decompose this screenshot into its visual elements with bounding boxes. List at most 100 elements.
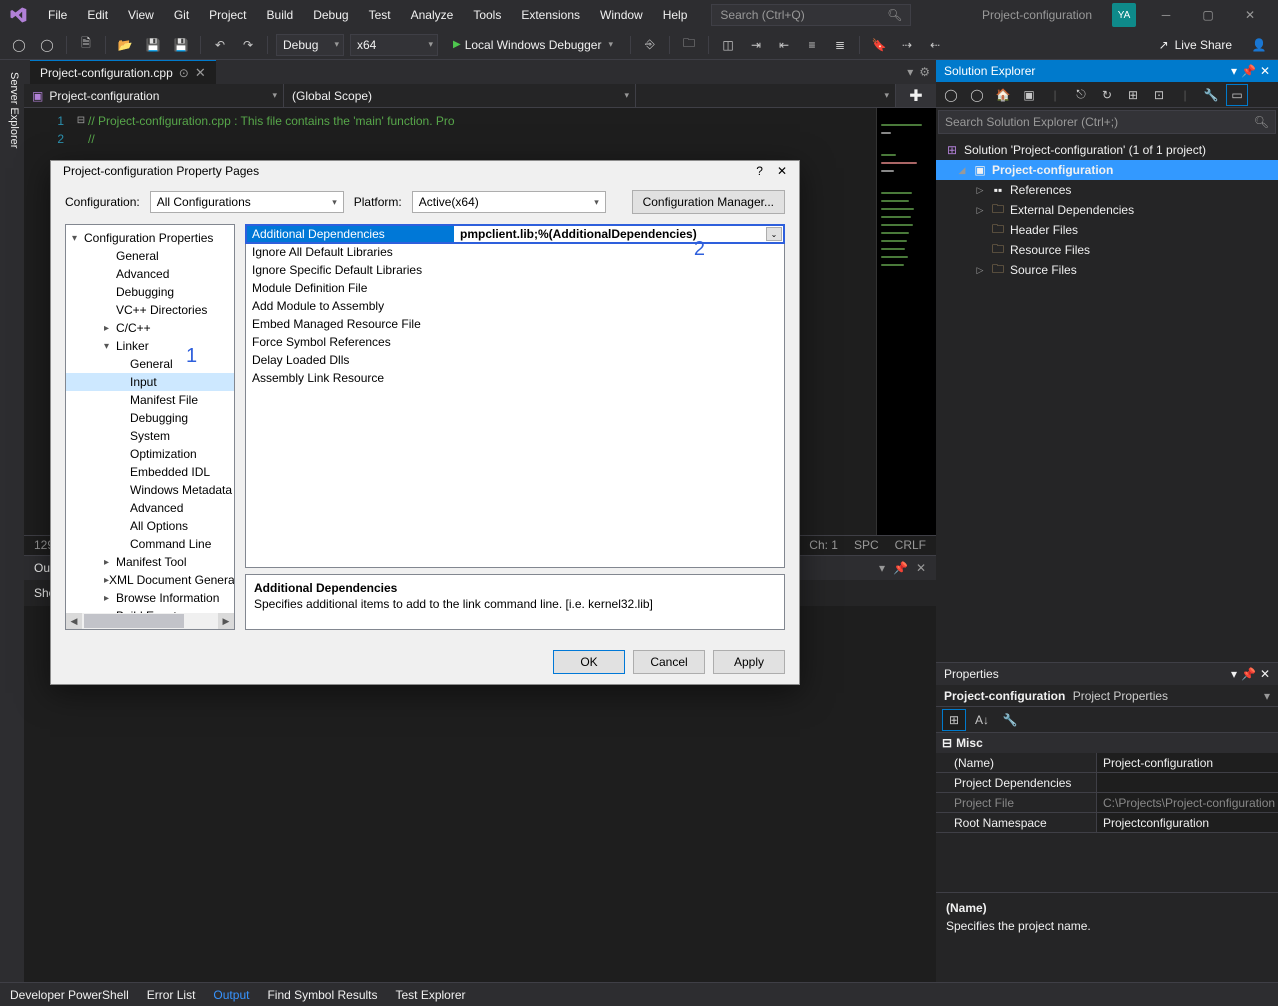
tree-node[interactable]: Embedded IDL	[66, 463, 234, 481]
grid-row[interactable]: Force Symbol References	[246, 333, 784, 351]
live-share-button[interactable]: ↗ Live Share	[1159, 38, 1232, 52]
property-grid[interactable]: Additional Dependenciespmpclient.lib;%(A…	[245, 224, 785, 568]
solution-node[interactable]: ⊞ Solution 'Project-configuration' (1 of…	[936, 140, 1278, 160]
nav-project-combo[interactable]: ▣ Project-configuration	[24, 84, 284, 107]
tree-node[interactable]: VC++ Directories	[66, 301, 234, 319]
property-value[interactable]: pmpclient.lib;%(AdditionalDependencies)⌄	[454, 225, 784, 243]
panel-close-icon[interactable]: ✕	[916, 561, 926, 575]
dropdown-icon[interactable]: ▾	[1264, 689, 1270, 703]
forward-icon[interactable]: ◯	[966, 84, 988, 106]
show-all-icon[interactable]: ⊡	[1148, 84, 1170, 106]
pending-changes-icon[interactable]: ⎋	[1070, 84, 1092, 106]
tab-gear-icon[interactable]: ⚙	[919, 65, 930, 79]
sln-search-input[interactable]: Search Solution Explorer (Ctrl+;) 🔍︎	[938, 110, 1276, 134]
platform-combo[interactable]: x64	[350, 34, 438, 56]
tool-icon-1[interactable]: ◫	[717, 34, 739, 56]
home-icon[interactable]: 🏠	[992, 84, 1014, 106]
panel-close-icon[interactable]: ✕	[1260, 667, 1270, 681]
panel-pin-icon[interactable]: 📌	[1241, 667, 1256, 681]
feedback-icon[interactable]: 👤	[1248, 34, 1270, 56]
expand-icon[interactable]: ◢	[956, 165, 968, 176]
property-row[interactable]: Project File C:\Projects\Project-configu…	[936, 793, 1278, 813]
external-deps-node[interactable]: ▷ 🗀 External Dependencies	[936, 200, 1278, 220]
cancel-button[interactable]: Cancel	[633, 650, 705, 674]
panel-dropdown-icon[interactable]: ▾	[1231, 64, 1237, 78]
forward-icon[interactable]: ◯	[36, 34, 58, 56]
tool-icon-2[interactable]: ⇥	[745, 34, 767, 56]
user-avatar[interactable]: YA	[1112, 3, 1136, 27]
pin-icon[interactable]: ⊙	[179, 66, 189, 80]
scroll-thumb[interactable]	[84, 614, 184, 628]
references-node[interactable]: ▷ ▪▪ References	[936, 180, 1278, 200]
tree-node[interactable]: Manifest File	[66, 391, 234, 409]
tree-node[interactable]: Advanced	[66, 265, 234, 283]
back-icon[interactable]: ◯	[940, 84, 962, 106]
menu-extensions[interactable]: Extensions	[511, 2, 590, 28]
tree-node[interactable]: ▸XML Document Genera	[66, 571, 234, 589]
tab-powershell[interactable]: Developer PowerShell	[10, 988, 129, 1002]
properties-icon[interactable]: 🔧	[1200, 84, 1222, 106]
panel-close-icon[interactable]: ✕	[1260, 64, 1270, 78]
config-select[interactable]: All Configurations	[150, 191, 344, 213]
help-button[interactable]: ?	[756, 164, 763, 178]
tree-node[interactable]: ▸C/C++	[66, 319, 234, 337]
collapse-icon[interactable]: ⊞	[1122, 84, 1144, 106]
project-node[interactable]: ◢ ▣ Project-configuration	[936, 160, 1278, 180]
header-files-node[interactable]: 🗀 Header Files	[936, 220, 1278, 240]
tree-node[interactable]: Windows Metadata	[66, 481, 234, 499]
expand-icon[interactable]: ▸	[104, 323, 116, 334]
tree-node[interactable]: ▾Linker	[66, 337, 234, 355]
panel-dropdown-icon[interactable]: ▾	[879, 561, 885, 575]
tree-node[interactable]: Optimization	[66, 445, 234, 463]
menu-debug[interactable]: Debug	[303, 2, 358, 28]
switch-views-icon[interactable]: ▣	[1018, 84, 1040, 106]
properties-grid[interactable]: ⊟ Misc (Name) Project-configuration Proj…	[936, 733, 1278, 892]
bookmark-nav-icon[interactable]: ⇢	[896, 34, 918, 56]
tree-node[interactable]: Debugging	[66, 283, 234, 301]
split-editor-button[interactable]: ✚	[896, 84, 936, 107]
source-files-node[interactable]: ▷ 🗀 Source Files	[936, 260, 1278, 280]
tab-error-list[interactable]: Error List	[147, 988, 196, 1002]
dialog-close-button[interactable]: ✕	[777, 164, 787, 178]
grid-row[interactable]: Module Definition File	[246, 279, 784, 297]
redo-icon[interactable]: ↷	[237, 34, 259, 56]
menu-tools[interactable]: Tools	[463, 2, 511, 28]
ok-button[interactable]: OK	[553, 650, 625, 674]
fold-icon[interactable]: ⊟	[74, 112, 88, 130]
tree-node[interactable]: Advanced	[66, 499, 234, 517]
expand-icon[interactable]: ▾	[72, 233, 84, 244]
menu-test[interactable]: Test	[359, 2, 401, 28]
menu-view[interactable]: View	[118, 2, 164, 28]
tree-node[interactable]: Debugging	[66, 409, 234, 427]
dropdown-icon[interactable]: ⌄	[766, 227, 782, 241]
property-value[interactable]	[454, 297, 784, 315]
horizontal-scrollbar[interactable]: ◀ ▶	[66, 613, 234, 629]
tree-node[interactable]: ▸Manifest Tool	[66, 553, 234, 571]
tree-node[interactable]: Command Line	[66, 535, 234, 553]
property-value[interactable]	[454, 261, 784, 279]
resource-files-node[interactable]: 🗀 Resource Files	[936, 240, 1278, 260]
property-value[interactable]	[454, 333, 784, 351]
tree-node[interactable]: General	[66, 247, 234, 265]
config-combo[interactable]: Debug	[276, 34, 344, 56]
platform-select[interactable]: Active(x64)	[412, 191, 606, 213]
new-project-icon[interactable]: 🗎	[75, 34, 97, 56]
menu-git[interactable]: Git	[164, 2, 199, 28]
config-manager-button[interactable]: Configuration Manager...	[632, 190, 785, 214]
tree-node[interactable]: ▾Configuration Properties	[66, 229, 234, 247]
menu-project[interactable]: Project	[199, 2, 256, 28]
attach-icon[interactable]: ⎆	[639, 34, 661, 56]
panel-pin-icon[interactable]: 📌	[1241, 64, 1256, 78]
menu-build[interactable]: Build	[257, 2, 304, 28]
property-value[interactable]	[454, 279, 784, 297]
expand-icon[interactable]: ▷	[974, 185, 986, 196]
expand-icon[interactable]: ▸	[104, 557, 116, 568]
tab-output[interactable]: Output	[213, 988, 249, 1002]
toolbox-tab[interactable]: Toolbox	[0, 60, 4, 982]
scroll-left-icon[interactable]: ◀	[66, 613, 82, 629]
grid-row[interactable]: Embed Managed Resource File	[246, 315, 784, 333]
tab-find-symbol[interactable]: Find Symbol Results	[267, 988, 377, 1002]
property-row[interactable]: Root Namespace Projectconfiguration	[936, 813, 1278, 833]
save-icon[interactable]: 💾	[142, 34, 164, 56]
property-pages-icon[interactable]: 🔧	[998, 709, 1022, 731]
